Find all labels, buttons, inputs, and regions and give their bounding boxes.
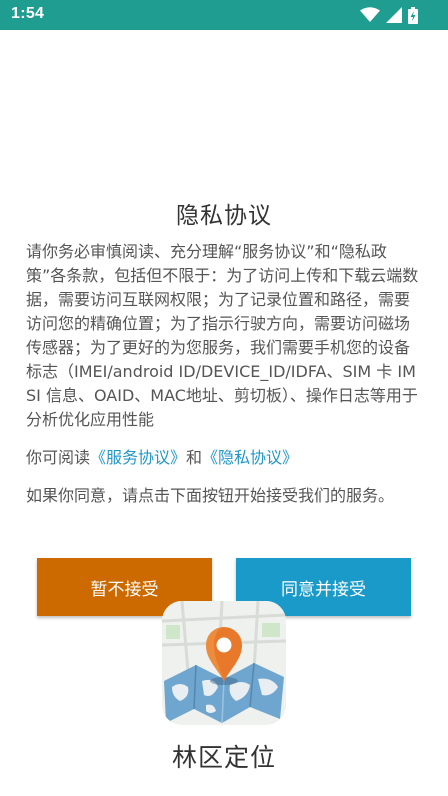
read-prefix-text: 你可阅读 — [26, 448, 91, 467]
app-icon — [162, 601, 286, 725]
battery-charging-icon — [408, 6, 418, 24]
and-text: 和 — [186, 448, 203, 467]
privacy-paragraph: 请你务必审慎阅读、充分理解“服务协议”和“隐私政策”各条款，包括但不限于：为了访… — [26, 242, 419, 429]
signal-icon — [386, 7, 402, 23]
status-bar: 1:54 — [0, 0, 448, 30]
app-name: 林区定位 — [171, 743, 276, 772]
service-agreement-link[interactable]: 《服务协议》 — [90, 448, 186, 467]
privacy-content: 请你务必审慎阅读、充分理解“服务协议”和“隐私政策”各条款，包括但不限于：为了访… — [26, 240, 420, 522]
consent-paragraph: 如果你同意，请点击下面按钮开始接受我们的服务。 — [26, 486, 395, 505]
map-pin-icon — [162, 601, 286, 725]
status-time: 1:54 — [11, 5, 45, 22]
read-agreements-paragraph: 你可阅读《服务协议》和《隐私协议》 — [26, 446, 420, 470]
status-icons — [360, 6, 418, 24]
dialog-title: 隐私协议 — [176, 203, 272, 229]
privacy-agreement-link[interactable]: 《隐私协议》 — [202, 448, 298, 467]
wifi-icon — [360, 7, 380, 23]
